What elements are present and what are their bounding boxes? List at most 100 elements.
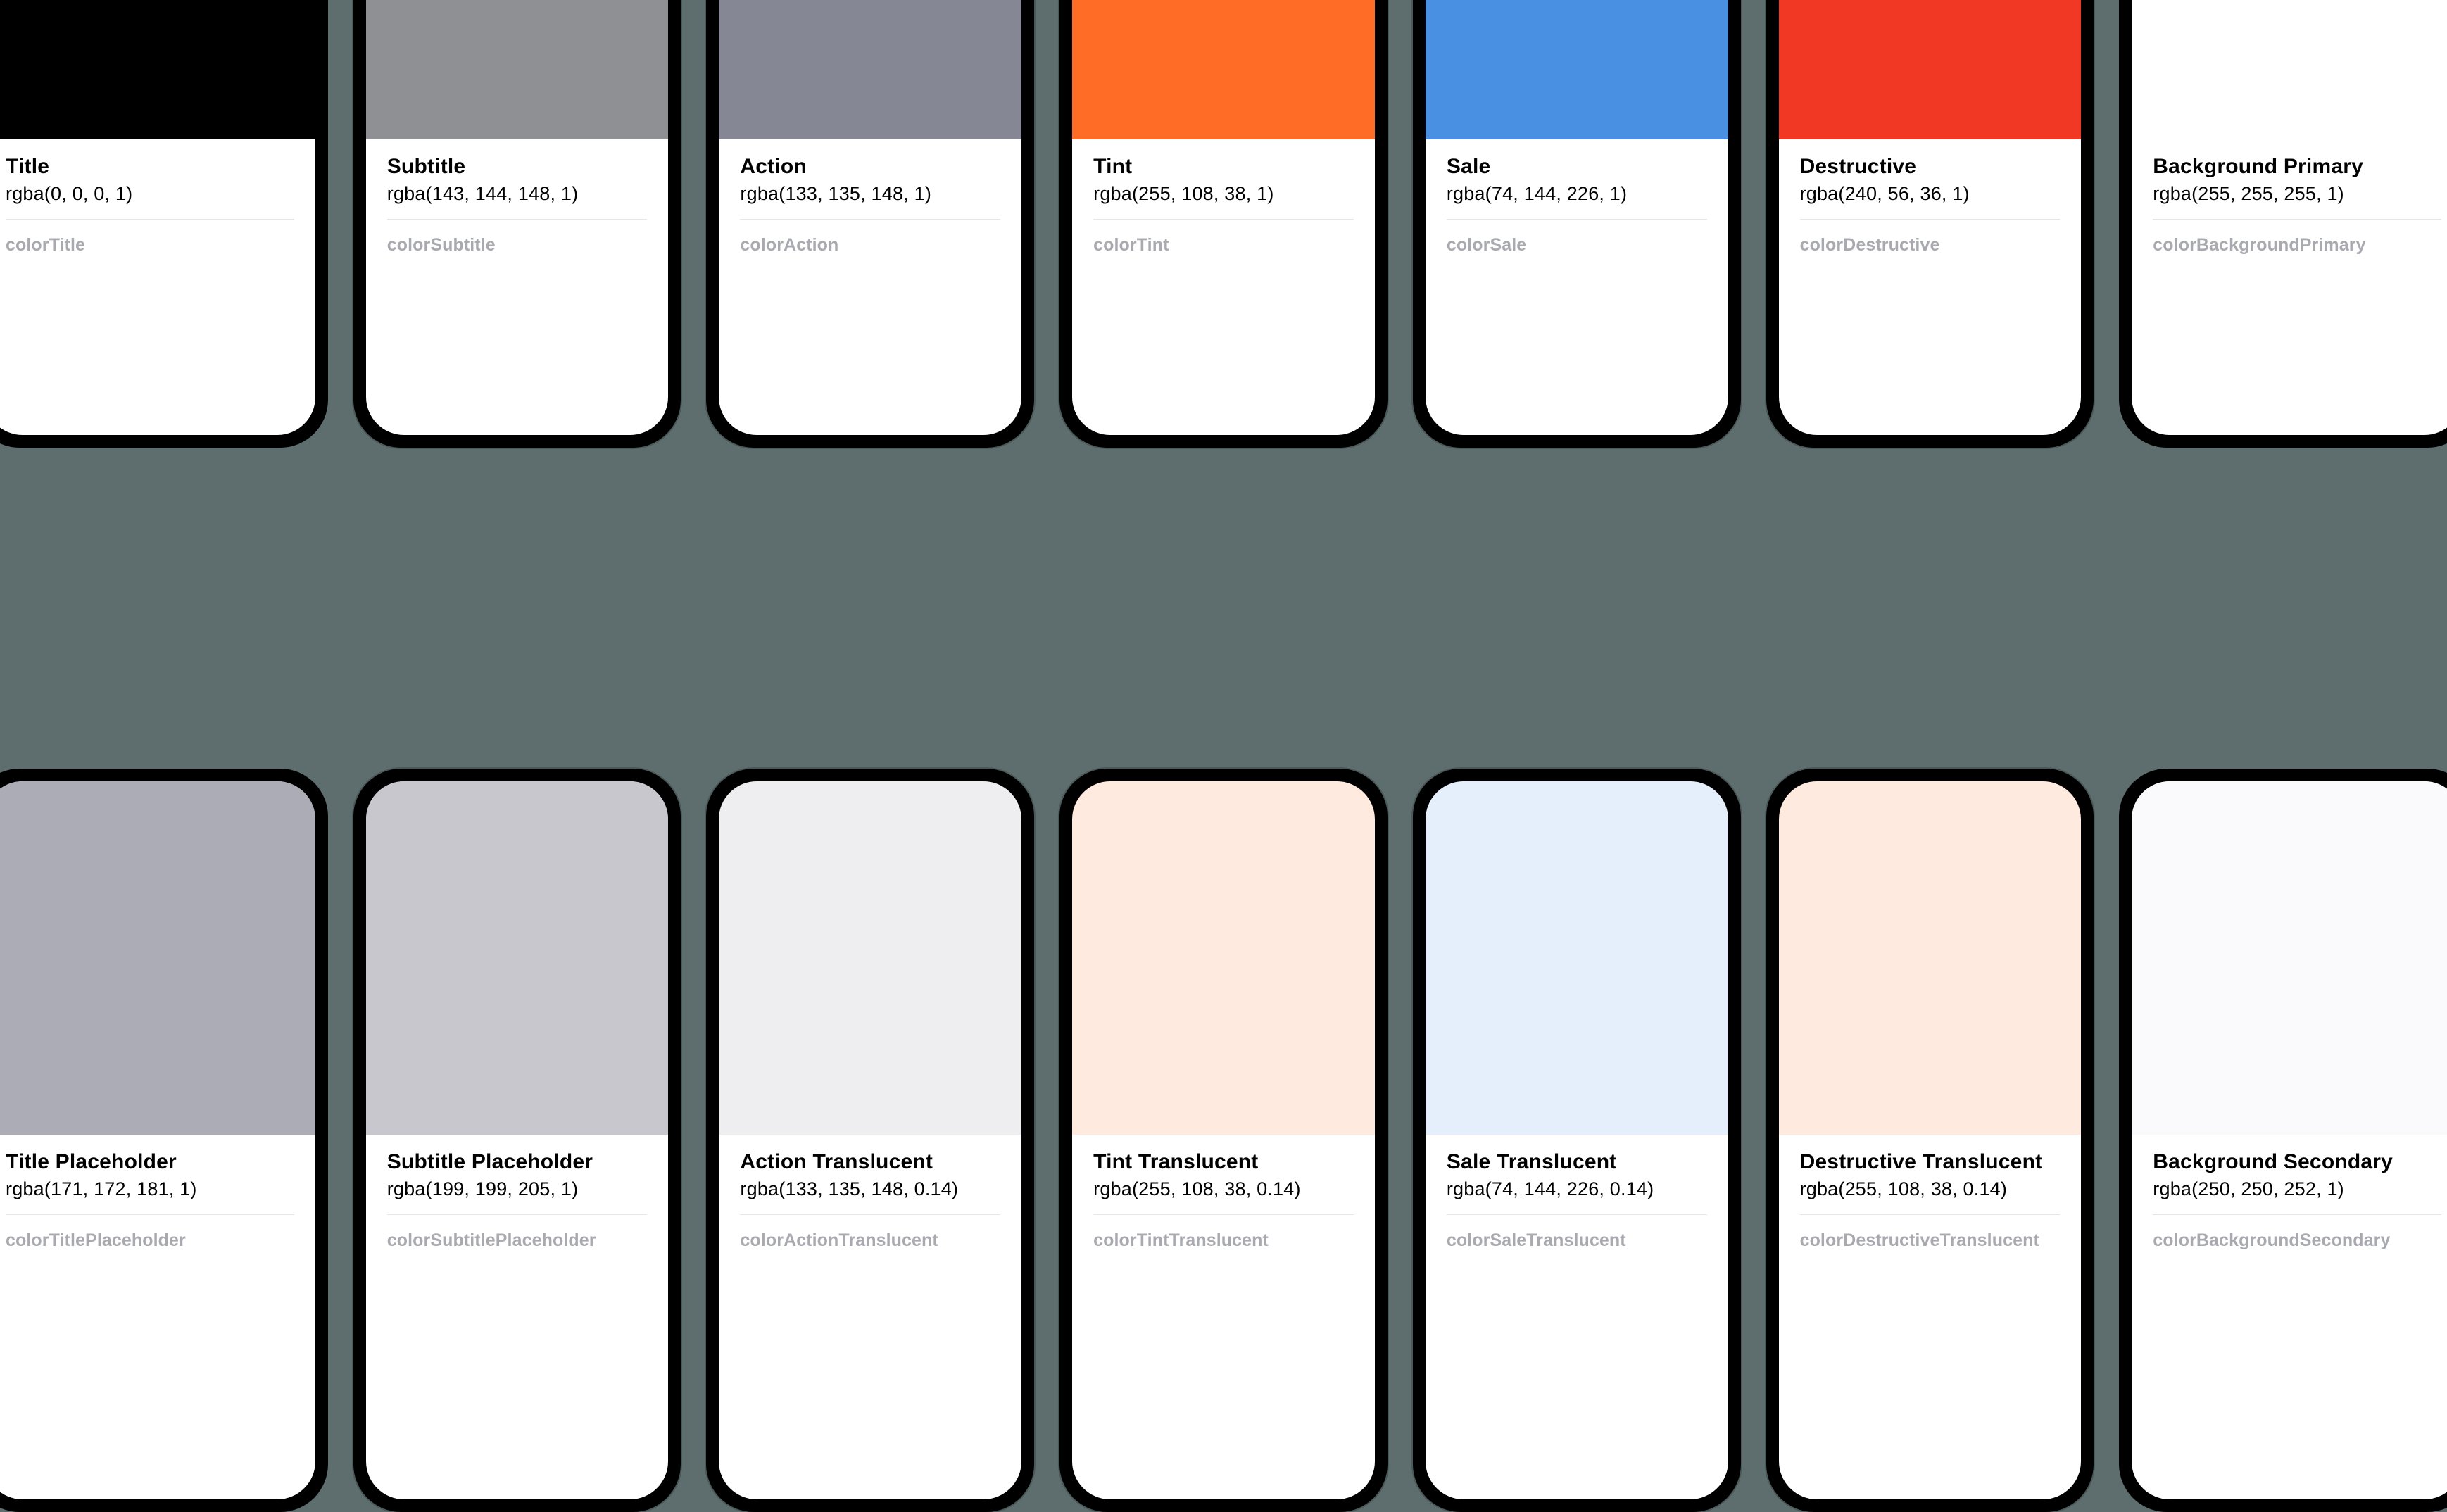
swatch-info: Sale Translucent rgba(74, 144, 226, 0.14…: [1426, 1135, 1728, 1499]
swatch-card: Destructive Translucent rgba(255, 108, 3…: [1766, 769, 2094, 1512]
device-screen: Tint Translucent rgba(255, 108, 38, 0.14…: [1072, 781, 1375, 1499]
swatch-info: Destructive rgba(240, 56, 36, 1) colorDe…: [1779, 139, 2082, 435]
device-screen: Destructive Translucent rgba(255, 108, 3…: [1779, 781, 2082, 1499]
device-frame: Action rgba(133, 135, 148, 1) colorActio…: [706, 0, 1034, 448]
device-screen: Tint rgba(255, 108, 38, 1) colorTint: [1072, 0, 1375, 435]
color-swatch: [1426, 781, 1728, 1135]
device-frame: Tint Translucent rgba(255, 108, 38, 0.14…: [1059, 769, 1388, 1512]
swatch-rgba: rgba(255, 108, 38, 1): [1093, 183, 1354, 220]
device-screen: Title rgba(0, 0, 0, 1) colorTitle: [0, 0, 315, 435]
swatch-rgba: rgba(133, 135, 148, 1): [740, 183, 1000, 220]
swatch-rgba: rgba(240, 56, 36, 1): [1800, 183, 2061, 220]
color-swatch: [366, 781, 669, 1135]
swatch-card: Destructive rgba(240, 56, 36, 1) colorDe…: [1766, 0, 2094, 743]
swatch-info: Background Secondary rgba(250, 250, 252,…: [2132, 1135, 2447, 1499]
swatch-name: Sale Translucent: [1447, 1150, 1707, 1174]
swatch-name: Action: [740, 155, 1000, 179]
swatch-rgba: rgba(171, 172, 181, 1): [6, 1178, 294, 1215]
swatch-card: Background Primary rgba(255, 255, 255, 1…: [2119, 0, 2447, 743]
swatch-info: Subtitle rgba(143, 144, 148, 1) colorSub…: [366, 139, 669, 435]
device-frame: Subtitle Placeholder rgba(199, 199, 205,…: [353, 769, 681, 1512]
swatch-card: Sale Translucent rgba(74, 144, 226, 0.14…: [1413, 769, 1741, 1512]
swatch-name: Destructive Translucent: [1800, 1150, 2061, 1174]
device-frame: Sale rgba(74, 144, 226, 1) colorSale: [1413, 0, 1741, 448]
device-screen: Action Translucent rgba(133, 135, 148, 0…: [719, 781, 1021, 1499]
swatch-card: Action rgba(133, 135, 148, 1) colorActio…: [706, 0, 1034, 743]
swatch-token: colorActionTranslucent: [740, 1230, 1000, 1251]
swatch-name: Tint: [1093, 155, 1354, 179]
swatch-name: Title Placeholder: [6, 1150, 294, 1174]
swatch-info: Action Translucent rgba(133, 135, 148, 0…: [719, 1135, 1021, 1499]
device-screen: Background Primary rgba(255, 255, 255, 1…: [2132, 0, 2447, 435]
color-swatch: [366, 0, 669, 139]
swatch-rgba: rgba(143, 144, 148, 1): [387, 183, 648, 220]
swatch-info: Tint Translucent rgba(255, 108, 38, 0.14…: [1072, 1135, 1375, 1499]
swatch-token: colorTitlePlaceholder: [6, 1230, 294, 1251]
swatch-name: Tint Translucent: [1093, 1150, 1354, 1174]
swatch-info: Background Primary rgba(255, 255, 255, 1…: [2132, 139, 2447, 435]
device-frame: Subtitle rgba(143, 144, 148, 1) colorSub…: [353, 0, 681, 448]
swatch-token: colorDestructive: [1800, 235, 2061, 256]
device-frame: Sale Translucent rgba(74, 144, 226, 0.14…: [1413, 769, 1741, 1512]
swatch-name: Destructive: [1800, 155, 2061, 179]
swatch-info: Sale rgba(74, 144, 226, 1) colorSale: [1426, 139, 1728, 435]
swatch-card: Sale rgba(74, 144, 226, 1) colorSale: [1413, 0, 1741, 743]
color-swatch: [1072, 781, 1375, 1135]
device-frame: Background Secondary rgba(250, 250, 252,…: [2119, 769, 2447, 1512]
swatch-token: colorTint: [1093, 235, 1354, 256]
swatch-rgba: rgba(255, 255, 255, 1): [2153, 183, 2441, 220]
color-swatch: [0, 0, 315, 139]
swatch-info: Subtitle Placeholder rgba(199, 199, 205,…: [366, 1135, 669, 1499]
swatch-token: colorTintTranslucent: [1093, 1230, 1354, 1251]
color-swatch: [1779, 0, 2082, 139]
swatch-rgba: rgba(74, 144, 226, 1): [1447, 183, 1707, 220]
swatch-token: colorDestructiveTranslucent: [1800, 1230, 2061, 1251]
swatch-name: Action Translucent: [740, 1150, 1000, 1174]
swatch-name: Subtitle Placeholder: [387, 1150, 648, 1174]
color-swatch: [1779, 781, 2082, 1135]
device-frame: Tint rgba(255, 108, 38, 1) colorTint: [1059, 0, 1388, 448]
device-screen: Sale Translucent rgba(74, 144, 226, 0.14…: [1426, 781, 1728, 1499]
swatch-info: Tint rgba(255, 108, 38, 1) colorTint: [1072, 139, 1375, 435]
device-frame: Title rgba(0, 0, 0, 1) colorTitle: [0, 0, 328, 448]
swatch-info: Action rgba(133, 135, 148, 1) colorActio…: [719, 139, 1021, 435]
swatch-rgba: rgba(199, 199, 205, 1): [387, 1178, 648, 1215]
swatch-token: colorBackgroundSecondary: [2153, 1230, 2441, 1251]
color-swatch: [0, 781, 315, 1135]
device-screen: Subtitle Placeholder rgba(199, 199, 205,…: [366, 781, 669, 1499]
swatch-token: colorSubtitlePlaceholder: [387, 1230, 648, 1251]
device-frame: Background Primary rgba(255, 255, 255, 1…: [2119, 0, 2447, 448]
swatch-info: Destructive Translucent rgba(255, 108, 3…: [1779, 1135, 2082, 1499]
swatch-card: Subtitle rgba(143, 144, 148, 1) colorSub…: [353, 0, 681, 743]
swatch-token: colorBackgroundPrimary: [2153, 235, 2441, 256]
device-screen: Sale rgba(74, 144, 226, 1) colorSale: [1426, 0, 1728, 435]
color-palette-gallery: Title rgba(0, 0, 0, 1) colorTitle Subtit…: [0, 0, 2447, 1008]
swatch-grid: Title rgba(0, 0, 0, 1) colorTitle Subtit…: [0, 0, 2447, 1512]
swatch-rgba: rgba(0, 0, 0, 1): [6, 183, 294, 220]
device-screen: Title Placeholder rgba(171, 172, 181, 1)…: [0, 781, 315, 1499]
swatch-rgba: rgba(133, 135, 148, 0.14): [740, 1178, 1000, 1215]
swatch-card: Background Secondary rgba(250, 250, 252,…: [2119, 769, 2447, 1512]
color-swatch: [1072, 0, 1375, 139]
color-swatch: [2132, 781, 2447, 1135]
color-swatch: [2132, 0, 2447, 139]
swatch-card: Subtitle Placeholder rgba(199, 199, 205,…: [353, 769, 681, 1512]
color-swatch: [719, 0, 1021, 139]
swatch-rgba: rgba(255, 108, 38, 0.14): [1093, 1178, 1354, 1215]
swatch-card: Action Translucent rgba(133, 135, 148, 0…: [706, 769, 1034, 1512]
swatch-rgba: rgba(74, 144, 226, 0.14): [1447, 1178, 1707, 1215]
device-screen: Action rgba(133, 135, 148, 1) colorActio…: [719, 0, 1021, 435]
swatch-card: Tint Translucent rgba(255, 108, 38, 0.14…: [1059, 769, 1388, 1512]
swatch-name: Background Primary: [2153, 155, 2441, 179]
device-frame: Action Translucent rgba(133, 135, 148, 0…: [706, 769, 1034, 1512]
swatch-rgba: rgba(250, 250, 252, 1): [2153, 1178, 2441, 1215]
swatch-info: Title Placeholder rgba(171, 172, 181, 1)…: [0, 1135, 315, 1499]
swatch-token: colorAction: [740, 235, 1000, 256]
device-screen: Destructive rgba(240, 56, 36, 1) colorDe…: [1779, 0, 2082, 435]
color-swatch: [719, 781, 1021, 1135]
device-frame: Destructive Translucent rgba(255, 108, 3…: [1766, 769, 2094, 1512]
swatch-token: colorSaleTranslucent: [1447, 1230, 1707, 1251]
swatch-rgba: rgba(255, 108, 38, 0.14): [1800, 1178, 2061, 1215]
swatch-token: colorTitle: [6, 235, 294, 256]
swatch-name: Background Secondary: [2153, 1150, 2441, 1174]
